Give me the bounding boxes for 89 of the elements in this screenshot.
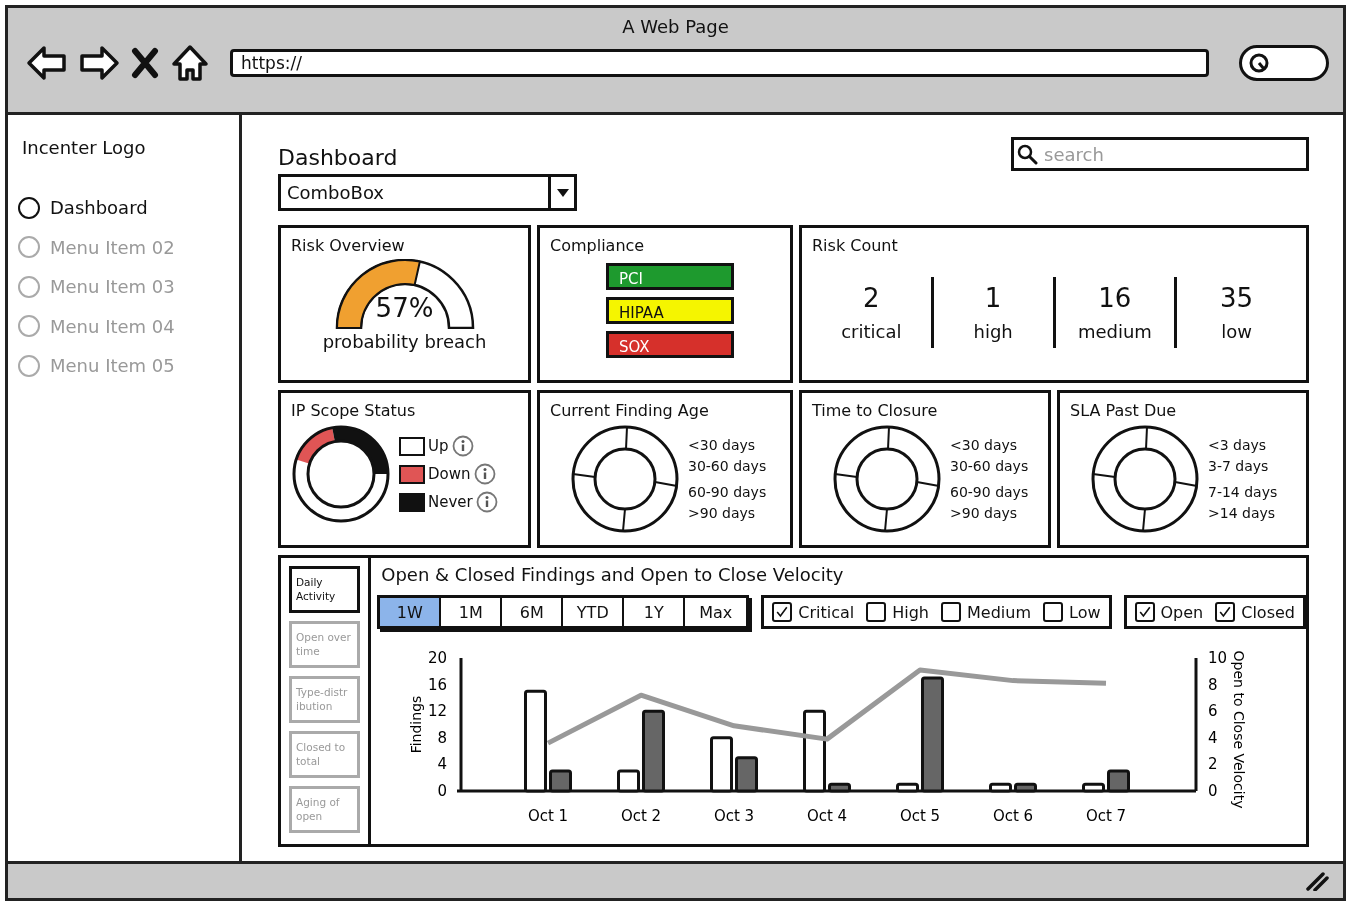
panel-title: Current Finding Age (550, 401, 709, 420)
checkbox-label: Closed (1241, 602, 1295, 622)
info-icon[interactable] (451, 435, 474, 457)
legend-label: >90 days (950, 505, 1019, 521)
panel-title: SLA Past Due (1070, 401, 1177, 420)
checkbox[interactable] (866, 602, 887, 622)
resize-grip-icon[interactable] (1305, 871, 1329, 891)
tick-label: 10 (1208, 649, 1228, 667)
checkbox[interactable] (1043, 602, 1063, 622)
page-title: Dashboard (278, 145, 398, 170)
checkbox-label: Open (1160, 602, 1204, 622)
legend-label: 30-60 days (950, 458, 1029, 474)
address-bar[interactable]: https:// (230, 49, 1209, 77)
search-icon (1016, 143, 1038, 165)
info-icon[interactable] (475, 491, 498, 513)
count-label: critical (841, 321, 902, 342)
tick-label: 12 (428, 702, 448, 721)
range-tab[interactable]: 1W (380, 598, 442, 626)
legend-label: >14 days (1208, 505, 1277, 521)
legend-label: 60-90 days (688, 484, 767, 500)
search-field[interactable]: search (1011, 137, 1309, 171)
legend-label: <3 days (1208, 437, 1268, 453)
count-value: 35 (1220, 283, 1254, 313)
tick-label: 8 (437, 728, 448, 747)
tick-label: 0 (437, 782, 448, 800)
panel-title: Risk Overview (291, 236, 405, 255)
tick-label: 20 (428, 649, 448, 667)
panel-title: IP Scope Status (291, 401, 416, 420)
panel-title: Risk Count (812, 236, 898, 255)
window-title: A Web Page (621, 15, 730, 39)
axis-title: Open to Close Velocity (1231, 650, 1248, 809)
caret-icon (556, 187, 569, 198)
legend-label: 60-90 days (950, 484, 1029, 500)
legend-label: Down (428, 465, 471, 483)
bar (989, 782, 1013, 793)
side-tab[interactable]: Daily Activity (289, 566, 361, 613)
tick-label: 8 (1208, 675, 1218, 694)
checkbox[interactable] (941, 602, 961, 622)
legend-label: 7-14 days (1208, 484, 1278, 500)
legend-label: Never (428, 493, 473, 511)
checkbox-label: High (892, 602, 929, 622)
count-label: high (973, 321, 1013, 342)
bar (1014, 782, 1038, 793)
tick-label: 4 (1208, 728, 1218, 747)
checkbox[interactable] (772, 602, 793, 622)
count-value: 2 (863, 283, 880, 313)
legend-label: Up (428, 437, 449, 455)
legend-label: >90 days (688, 505, 757, 521)
panel-title: Time to Closure (812, 401, 938, 420)
axis-title: Findings (408, 695, 425, 754)
count-value: 1 (984, 283, 1002, 313)
compliance-bar: HIPAA (606, 297, 734, 324)
compliance-bar: PCI (606, 263, 734, 290)
checkbox-label: Medium (967, 602, 1031, 622)
tick-label: 2 (1208, 755, 1218, 774)
checkbox[interactable] (1215, 602, 1236, 622)
legend-label: <30 days (688, 437, 757, 453)
chart-title: Open & Closed Findings and Open to Close Velocity (381, 564, 844, 585)
legend-label: 3-7 days (1208, 458, 1270, 474)
tick-label: 6 (1208, 702, 1218, 721)
tick-label: Oct 3 (714, 807, 755, 825)
tick-label: Oct 2 (621, 807, 662, 825)
sidebar-item[interactable]: Dashboard (18, 188, 229, 228)
tick-label: 0 (1208, 782, 1218, 800)
legend-label: <30 days (950, 437, 1019, 453)
checkbox[interactable] (1134, 602, 1155, 622)
combo-box[interactable]: ComboBox (278, 174, 577, 211)
tick-label: 4 (437, 755, 448, 774)
gauge-caption: probability breach (322, 331, 487, 352)
count-label: low (1221, 321, 1252, 342)
tick-label: 16 (428, 675, 448, 694)
count-value: 16 (1098, 283, 1132, 313)
legend-label: 30-60 days (688, 458, 767, 474)
info-icon[interactable] (473, 463, 496, 485)
panel-title: Compliance (550, 236, 645, 255)
tick-label: Oct 1 (528, 807, 569, 825)
gauge-value: 57% (375, 295, 434, 321)
home-icon[interactable] (170, 42, 210, 84)
count-label: medium (1077, 321, 1152, 342)
logo-text: Incenter Logo (22, 137, 146, 158)
tick-label: Oct 5 (900, 807, 941, 825)
tick-label: Oct 7 (1086, 807, 1127, 825)
tick-label: Oct 6 (993, 807, 1034, 825)
checkbox-label: Critical (798, 602, 855, 622)
checkbox-label: Low (1069, 602, 1101, 622)
browser-search-field[interactable] (1239, 45, 1329, 81)
search-icon (1248, 52, 1270, 74)
compliance-bar: SOX (606, 331, 734, 358)
tick-label: Oct 4 (807, 807, 848, 825)
